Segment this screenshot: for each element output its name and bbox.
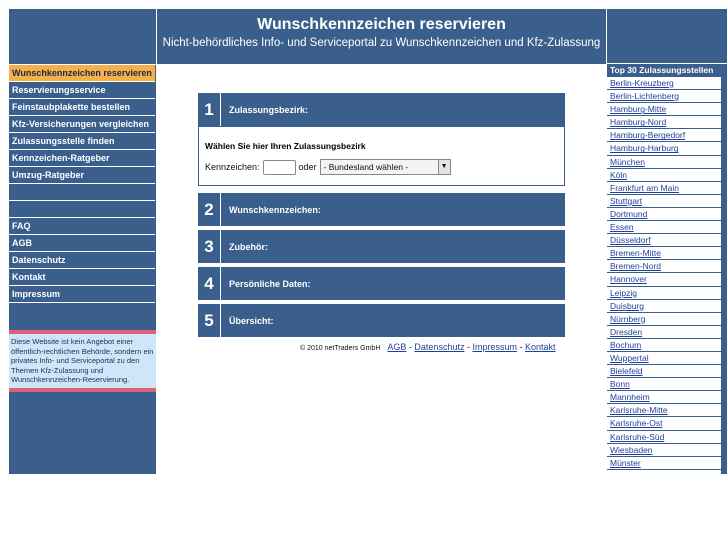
nav-item-faq[interactable]: FAQ [9, 218, 155, 235]
page-header: Wunschkennzeichen reservieren Nicht-behö… [156, 9, 607, 64]
nav-item-wunschkennzeichen-reservieren[interactable]: Wunschkennzeichen reservieren [9, 65, 155, 82]
step-number: 3 [198, 230, 221, 263]
step-number: 1 [198, 93, 221, 126]
step-title: Übersicht: [229, 315, 274, 326]
city-link[interactable]: Stuttgart [607, 195, 721, 208]
nav-item-zulassungsstelle[interactable]: Zulassungsstelle finden [9, 133, 155, 150]
city-link[interactable]: München [607, 156, 721, 169]
right-header-area [607, 9, 727, 64]
disclaimer-notice: Diese Website ist kein Angebot einer öff… [9, 330, 156, 392]
city-link[interactable]: Münster [607, 457, 721, 470]
city-link[interactable]: Dresden [607, 326, 721, 339]
copyright: © 2010 netTraders GmbH [300, 345, 381, 352]
city-link[interactable]: Bremen-Nord [607, 260, 721, 274]
page-title: Wunschkennzeichen reservieren [257, 16, 506, 33]
nav-item-kfz-versicherungen[interactable]: Kfz-Versicherungen vergleichen [9, 116, 155, 133]
city-link[interactable]: Karlsruhe-Ost [607, 417, 721, 431]
bundesland-selected: - Bundesland wählen - [323, 162, 409, 172]
footer-link-datenschutz[interactable]: Datenschutz [414, 342, 464, 352]
step-title: Zubehör: [229, 241, 268, 252]
primary-nav: Wunschkennzeichen reservieren Reservieru… [9, 65, 156, 303]
city-link[interactable]: Hamburg-Harburg [607, 142, 721, 156]
city-link[interactable]: Hamburg-Nord [607, 116, 721, 130]
chevron-down-icon: ▼ [437, 160, 450, 174]
step-2-header[interactable]: 2 Wunschkennzeichen: [198, 193, 565, 226]
district-form-row: Kennzeichen: oder - Bundesland wählen - … [205, 159, 451, 175]
city-link[interactable]: Bielefeld [607, 365, 721, 379]
city-link[interactable]: Berlin-Kreuzberg [607, 77, 721, 91]
step-3-header[interactable]: 3 Zubehör: [198, 230, 565, 263]
step-1-header[interactable]: 1 Zulassungsbezirk: [198, 93, 565, 126]
step-4-panel[interactable]: 4 Persönliche Daten: [198, 267, 565, 300]
step-number: 4 [198, 267, 221, 300]
city-list-heading: Top 30 Zulassungsstellen [607, 64, 721, 77]
nav-item-impressum[interactable]: Impressum [9, 286, 155, 303]
city-link[interactable]: Duisburg [607, 300, 721, 313]
page-subtitle: Nicht-behördliches Info- und Serviceport… [162, 37, 601, 49]
left-sidebar: Wunschkennzeichen reservieren Reservieru… [9, 9, 156, 474]
nav-item-datenschutz[interactable]: Datenschutz [9, 252, 155, 269]
city-link[interactable]: Karlsruhe-Süd [607, 431, 721, 444]
logo-area [9, 9, 156, 65]
step-title: Persönliche Daten: [229, 278, 311, 289]
step-5-panel[interactable]: 5 Übersicht: [198, 304, 565, 337]
city-items: Berlin-Kreuzberg Berlin-Lichtenberg Hambur… [607, 77, 721, 470]
step-5-header[interactable]: 5 Übersicht: [198, 304, 565, 337]
city-list: Top 30 Zulassungsstellen Berlin-Kreuzber… [607, 64, 721, 474]
nav-item-kennzeichen-ratgeber[interactable]: Kennzeichen-Ratgeber [9, 150, 155, 167]
footer-link-kontakt[interactable]: Kontakt [525, 342, 556, 352]
nav-divider [9, 184, 155, 201]
footer-link-impressum[interactable]: Impressum [472, 342, 517, 352]
city-link[interactable]: Bremen-Mitte [607, 247, 721, 261]
bundesland-select[interactable]: - Bundesland wählen - ▼ [319, 159, 451, 175]
step-3-panel[interactable]: 3 Zubehör: [198, 230, 565, 263]
step-1-body: Wählen Sie hier Ihren Zulassungsbezirk K… [198, 126, 565, 186]
city-link[interactable]: Frankfurt am Main [607, 182, 721, 195]
oder-label: oder [298, 162, 317, 172]
step-1-panel: 1 Zulassungsbezirk: Wählen Sie hier Ihre… [198, 93, 565, 186]
right-sidebar: Top 30 Zulassungsstellen Berlin-Kreuzber… [607, 9, 727, 474]
city-link[interactable]: Nürnberg [607, 313, 721, 326]
city-link[interactable]: Leipzig [607, 287, 721, 300]
city-link[interactable]: Köln [607, 169, 721, 182]
city-link[interactable]: Dortmund [607, 208, 721, 222]
step-2-panel[interactable]: 2 Wunschkennzeichen: [198, 193, 565, 226]
nav-item-reservierungsservice[interactable]: Reservierungsservice [9, 82, 155, 99]
step-title: Zulassungsbezirk: [229, 104, 309, 115]
city-link[interactable]: Hamburg-Bergedorf [607, 129, 721, 143]
city-link[interactable]: Wiesbaden [607, 444, 721, 457]
city-link[interactable]: Bonn [607, 378, 721, 392]
kennzeichen-input[interactable] [262, 159, 296, 175]
city-link[interactable]: Karlsruhe-Mitte [607, 404, 721, 418]
district-heading: Wählen Sie hier Ihren Zulassungsbezirk [205, 141, 366, 151]
city-link[interactable]: Essen [607, 221, 721, 235]
nav-item-kontakt[interactable]: Kontakt [9, 269, 155, 286]
kennzeichen-label: Kennzeichen: [205, 162, 260, 172]
city-link[interactable]: Hamburg-Mitte [607, 103, 721, 117]
city-link[interactable]: Bochum [607, 339, 721, 352]
nav-item-agb[interactable]: AGB [9, 235, 155, 252]
city-link[interactable]: Wuppertal [607, 352, 721, 366]
step-number: 2 [198, 193, 221, 226]
nav-item-feinstaubplakette[interactable]: Feinstaubplakette bestellen [9, 99, 155, 116]
step-number: 5 [198, 304, 221, 337]
city-link[interactable]: Mannheim [607, 391, 721, 405]
footer: © 2010 netTraders GmbH AGB - Datenschutz… [300, 342, 556, 352]
step-title: Wunschkennzeichen: [229, 204, 321, 215]
nav-divider [9, 201, 155, 218]
city-link[interactable]: Düsseldorf [607, 234, 721, 248]
step-4-header[interactable]: 4 Persönliche Daten: [198, 267, 565, 300]
footer-link-agb[interactable]: AGB [387, 342, 406, 352]
city-link[interactable]: Berlin-Lichtenberg [607, 90, 721, 104]
city-link[interactable]: Hannover [607, 273, 721, 287]
nav-item-umzug-ratgeber[interactable]: Umzug-Ratgeber [9, 167, 155, 184]
